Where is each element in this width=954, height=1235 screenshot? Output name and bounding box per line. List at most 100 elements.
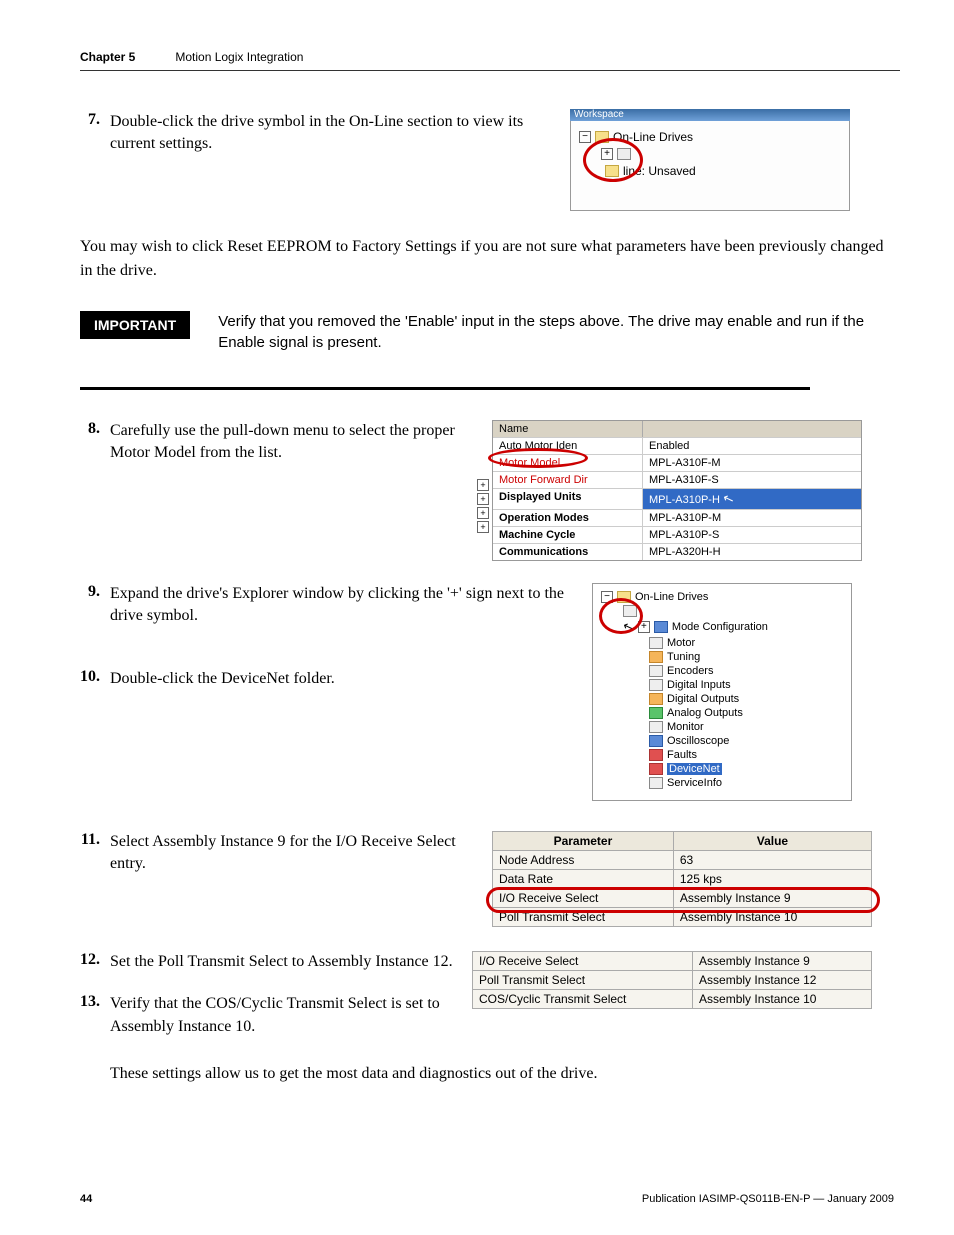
column-header: Value [673, 832, 871, 851]
tree-node-label[interactable]: Motor [667, 637, 695, 649]
folder-icon [617, 591, 631, 603]
param-name[interactable]: Displayed Units [493, 489, 643, 509]
dropdown-option[interactable]: MPL-A310F-S [643, 472, 861, 488]
dropdown-option[interactable]: MPL-A310F-M [643, 455, 861, 471]
step-text: Expand the drive's Explorer window by cl… [110, 583, 580, 628]
tree-node-label[interactable]: Digital Outputs [667, 693, 739, 705]
tree-node-label[interactable]: On-Line Drives [613, 130, 693, 144]
param-name[interactable]: Operation Modes [493, 510, 643, 526]
drive-icon [623, 605, 637, 617]
dropdown-option[interactable]: MPL-A310P-S [643, 527, 861, 543]
tree-node-label[interactable]: ServiceInfo [667, 777, 722, 789]
table-row[interactable]: Poll Transmit SelectAssembly Instance 10 [493, 908, 872, 927]
fault-icon [649, 749, 663, 761]
dropdown-option[interactable]: MPL-A320H-H [643, 544, 861, 560]
drive-icon [617, 148, 631, 160]
tree-collapse-icon[interactable]: − [601, 591, 613, 603]
service-icon [649, 777, 663, 789]
table-header-row: Parameter Value [493, 832, 872, 851]
page-number: 44 [80, 1193, 92, 1205]
dropdown-area[interactable]: MPL-A310F-M [643, 455, 861, 471]
step-number: 9. [80, 583, 100, 628]
important-text: Verify that you removed the 'Enable' inp… [218, 311, 890, 353]
chapter-title: Motion Logix Integration [175, 50, 303, 64]
step-text: Set the Poll Transmit Select to Assembly… [110, 951, 460, 973]
monitor-icon [649, 721, 663, 733]
param-name: I/O Receive Select [493, 889, 674, 908]
step-text: Double-click the drive symbol in the On-… [110, 111, 550, 156]
tree-expand-icon[interactable]: + [638, 621, 650, 633]
tree-collapse-icon[interactable]: − [579, 131, 591, 143]
folder-icon [605, 165, 619, 177]
tree-node-label[interactable]: On-Line Drives [635, 591, 708, 603]
tree-node-label[interactable]: Faults [667, 749, 697, 761]
cursor-icon: ↖ [621, 618, 637, 637]
param-name[interactable]: Communications [493, 544, 643, 560]
tree-node-label[interactable]: Mode Configuration [672, 621, 768, 633]
parameter-table-2: I/O Receive SelectAssembly Instance 9 Po… [472, 951, 872, 1009]
table-row[interactable]: I/O Receive SelectAssembly Instance 9 [493, 889, 872, 908]
publication-id: Publication IASIMP-QS011B-EN-P — January… [642, 1193, 894, 1205]
dropdown-option[interactable]: MPL-A310P-M [643, 510, 861, 526]
table-row[interactable]: COS/Cyclic Transmit SelectAssembly Insta… [473, 990, 872, 1009]
param-name: Node Address [493, 851, 674, 870]
tree-node-label[interactable]: Monitor [667, 721, 704, 733]
table-row[interactable]: Poll Transmit SelectAssembly Instance 12 [473, 971, 872, 990]
step-10: 10. Double-click the DeviceNet folder. [80, 668, 580, 690]
tree-expand-icon[interactable]: + [477, 479, 489, 491]
folder-icon [595, 131, 609, 143]
param-value: 63 [673, 851, 871, 870]
important-badge: IMPORTANT [80, 311, 190, 339]
tree-expand-icon[interactable]: + [477, 493, 489, 505]
column-header: Parameter [493, 832, 674, 851]
step-text: Select Assembly Instance 9 for the I/O R… [110, 831, 480, 876]
step-number: 10. [80, 668, 100, 690]
figure-explorer-tree: − On-Line Drives ↖ + Mode Configuration … [592, 583, 852, 801]
figure-motor-model: + + + + Name Auto Motor IdenEnabled Moto… [492, 420, 862, 561]
tree-node-label[interactable]: Analog Outputs [667, 707, 743, 719]
step-number: 12. [80, 951, 100, 973]
param-name[interactable]: Motor Model [493, 455, 643, 471]
param-value: Assembly Instance 10 [673, 908, 871, 927]
step-8: 8. Carefully use the pull-down menu to s… [80, 420, 480, 465]
tree-expand-icon[interactable]: + [477, 521, 489, 533]
step-number: 11. [80, 831, 100, 876]
step-number: 13. [80, 993, 100, 1038]
param-name: Data Rate [493, 870, 674, 889]
cursor-icon: ↖ [721, 490, 737, 509]
table-row[interactable]: Node Address63 [493, 851, 872, 870]
motor-icon [649, 637, 663, 649]
param-name[interactable]: Auto Motor Iden [493, 438, 643, 454]
tree-node-label[interactable]: line: Unsaved [623, 164, 696, 178]
figure-online-drives: Workspace − On-Line Drives + line: Unsav… [570, 111, 850, 211]
closing-paragraph: These settings allow us to get the most … [110, 1062, 920, 1086]
table-row[interactable]: I/O Receive SelectAssembly Instance 9 [473, 952, 872, 971]
paragraph-reset: You may wish to click Reset EEPROM to Fa… [80, 235, 890, 283]
tree-expand-column: + + + + [477, 421, 493, 560]
tree-node-label[interactable]: Digital Inputs [667, 679, 731, 691]
tree-expand-icon[interactable]: + [477, 507, 489, 519]
chapter-label: Chapter 5 [80, 50, 135, 64]
important-callout: IMPORTANT Verify that you removed the 'E… [80, 311, 890, 353]
param-name: COS/Cyclic Transmit Select [473, 990, 693, 1009]
param-value: Assembly Instance 10 [693, 990, 872, 1009]
param-value: 125 kps [673, 870, 871, 889]
table-row[interactable]: Data Rate125 kps [493, 870, 872, 889]
tree-node-label[interactable]: Oscilloscope [667, 735, 729, 747]
tree-node-selected[interactable]: DeviceNet [667, 763, 722, 775]
param-name[interactable]: Motor Forward Dir [493, 472, 643, 488]
param-name[interactable]: Machine Cycle [493, 527, 643, 543]
column-header [643, 421, 861, 437]
tree-expand-icon[interactable]: + [601, 148, 613, 160]
tree-node-label[interactable]: Tuning [667, 651, 700, 663]
workspace-titlebar: Workspace [570, 109, 850, 121]
step-11: 11. Select Assembly Instance 9 for the I… [80, 831, 480, 876]
step-12: 12. Set the Poll Transmit Select to Asse… [80, 951, 460, 973]
tree-node-label[interactable]: Encoders [667, 665, 713, 677]
param-name: I/O Receive Select [473, 952, 693, 971]
param-value[interactable]: Enabled [643, 438, 861, 454]
dropdown-option-selected[interactable]: MPL-A310P-H ↖ [643, 489, 861, 509]
param-value: Assembly Instance 12 [693, 971, 872, 990]
tuning-icon [649, 651, 663, 663]
param-name: Poll Transmit Select [493, 908, 674, 927]
